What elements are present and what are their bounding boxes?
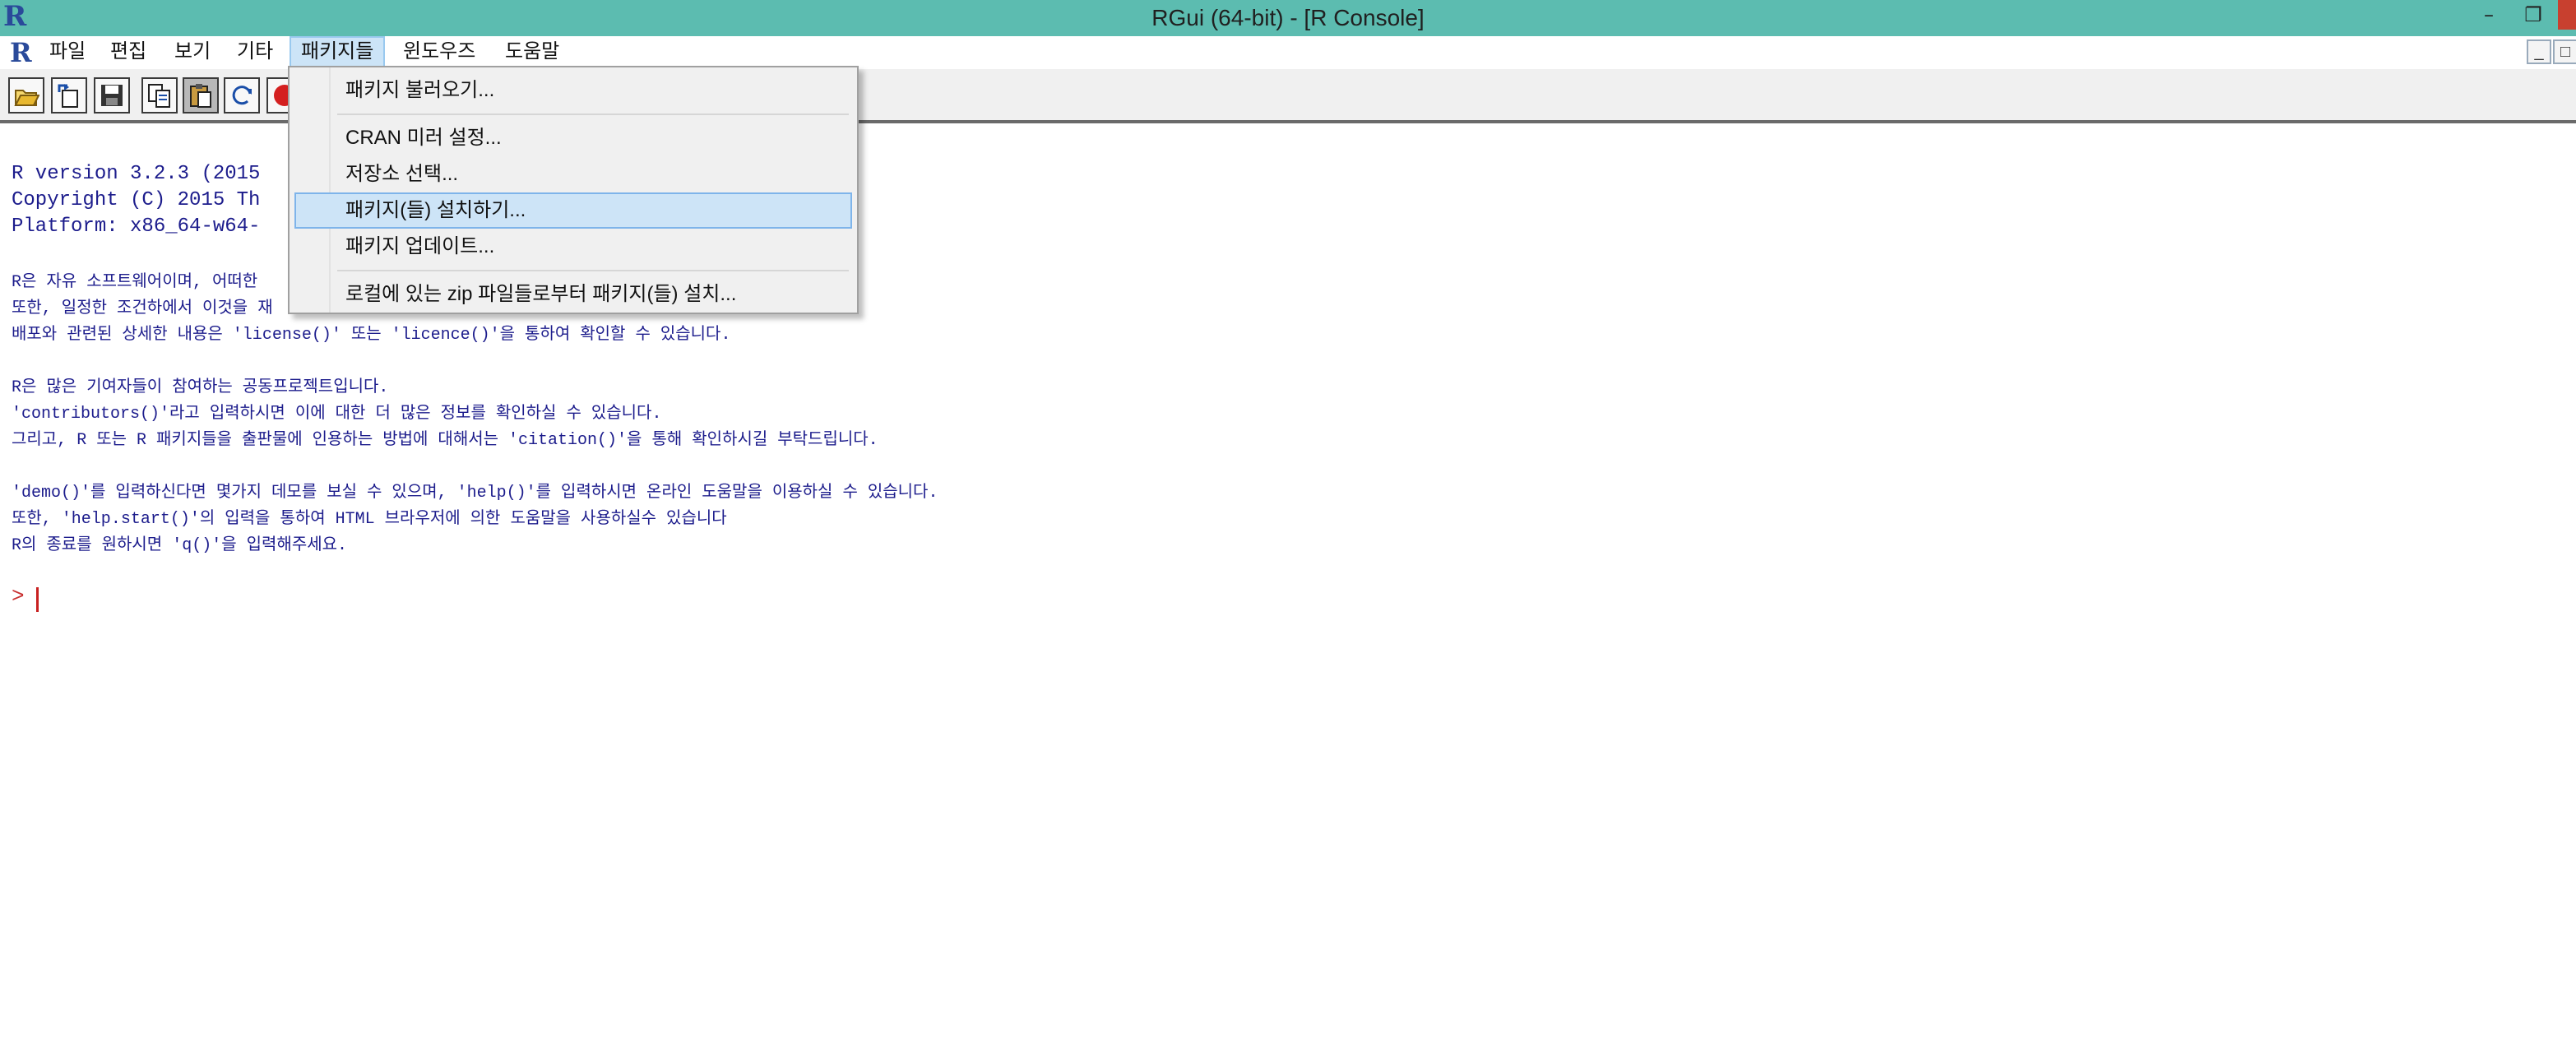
console-line: 'demo()'를 입력하신다면 몇가지 데모를 보실 수 있으며, 'help…	[12, 484, 938, 503]
console-line: 'contributors()'라고 입력하시면 이에 대한 더 많은 정보를 …	[12, 405, 662, 424]
paste-button[interactable]	[183, 77, 219, 114]
console-line: R의 종료를 원하시면 'q()'을 입력해주세요.	[12, 536, 348, 555]
window-title: RGui (64-bit) - [R Console]	[1151, 5, 1425, 30]
save-icon	[101, 85, 123, 106]
mdi-restore-button[interactable]: □	[2553, 39, 2576, 64]
mdi-minimize-button[interactable]: _	[2527, 39, 2551, 64]
copy-icon	[148, 84, 170, 108]
menu-windows[interactable]: 윈도우즈	[393, 36, 485, 67]
console-line: R은 많은 기여자들이 참여하는 공동프로젝트입니다.	[12, 378, 389, 397]
console-line: R은 자유 소프트웨어이며, 어떠한	[12, 273, 268, 292]
menu-view[interactable]: 보기	[164, 36, 220, 67]
menu-file[interactable]: 파일	[39, 36, 95, 67]
menu-separator	[337, 114, 849, 115]
console-line: 배포와 관련된 상세한 내용은 'license()' 또는 'licence(…	[12, 326, 731, 345]
console-line: 또한, 'help.start()'의 입력을 통하여 HTML 브라우저에 의…	[12, 510, 727, 529]
menu-edit[interactable]: 편집	[100, 36, 156, 67]
menu-help[interactable]: 도움말	[495, 36, 569, 67]
refresh-icon	[232, 86, 252, 105]
menu-item-update-packages[interactable]: 패키지 업데이트...	[294, 229, 852, 265]
menu-item-select-repositories[interactable]: 저장소 선택...	[294, 156, 852, 192]
close-button[interactable]	[2558, 0, 2576, 30]
console-line: 또한, 일정한 조건하에서 이것을 재	[12, 299, 273, 318]
r-console-icon[interactable]: R	[10, 38, 35, 67]
copy-button[interactable]	[141, 77, 178, 114]
save-button[interactable]	[94, 77, 130, 114]
refresh-button[interactable]	[224, 77, 260, 114]
title-bar: R RGui (64-bit) - [R Console] – ❐	[0, 0, 2576, 36]
open-script-icon	[14, 90, 39, 106]
load-workspace-button[interactable]	[51, 77, 87, 114]
text-cursor	[36, 587, 39, 612]
restore-button[interactable]: ❐	[2512, 0, 2555, 30]
paste-icon	[190, 84, 211, 108]
minimize-button[interactable]: –	[2467, 0, 2510, 30]
console-line: Copyright (C) 2015 Th	[12, 189, 261, 211]
menu-packages[interactable]: 패키지들	[290, 36, 386, 67]
load-workspace-icon	[58, 84, 78, 108]
open-script-button[interactable]	[8, 77, 44, 114]
menu-bar: R 파일 편집 보기 기타 패키지들 윈도우즈 도움말 _ □	[0, 36, 2576, 69]
mdi-controls: _ □	[2527, 39, 2576, 64]
menu-item-install-packages[interactable]: 패키지(들) 설치하기...	[294, 192, 852, 229]
console-line: R version 3.2.3 (2015	[12, 163, 261, 185]
menu-item-set-cran-mirror[interactable]: CRAN 미러 설정...	[294, 120, 852, 156]
menu-misc[interactable]: 기타	[227, 36, 283, 67]
console-line: Platform: x86_64-w64-	[12, 215, 261, 238]
console-line: 그리고, R 또는 R 패키지들을 출판물에 인용하는 방법에 대해서는 'ci…	[12, 431, 878, 450]
packages-dropdown-menu: 패키지 불러오기... CRAN 미러 설정... 저장소 선택... 패키지(…	[288, 66, 859, 314]
console-prompt: >	[12, 584, 25, 609]
menu-separator	[337, 270, 849, 271]
menu-item-install-from-zip[interactable]: 로컬에 있는 zip 파일들로부터 패키지(들) 설치...	[294, 276, 852, 313]
menu-item-load-package[interactable]: 패키지 불러오기...	[294, 72, 852, 109]
